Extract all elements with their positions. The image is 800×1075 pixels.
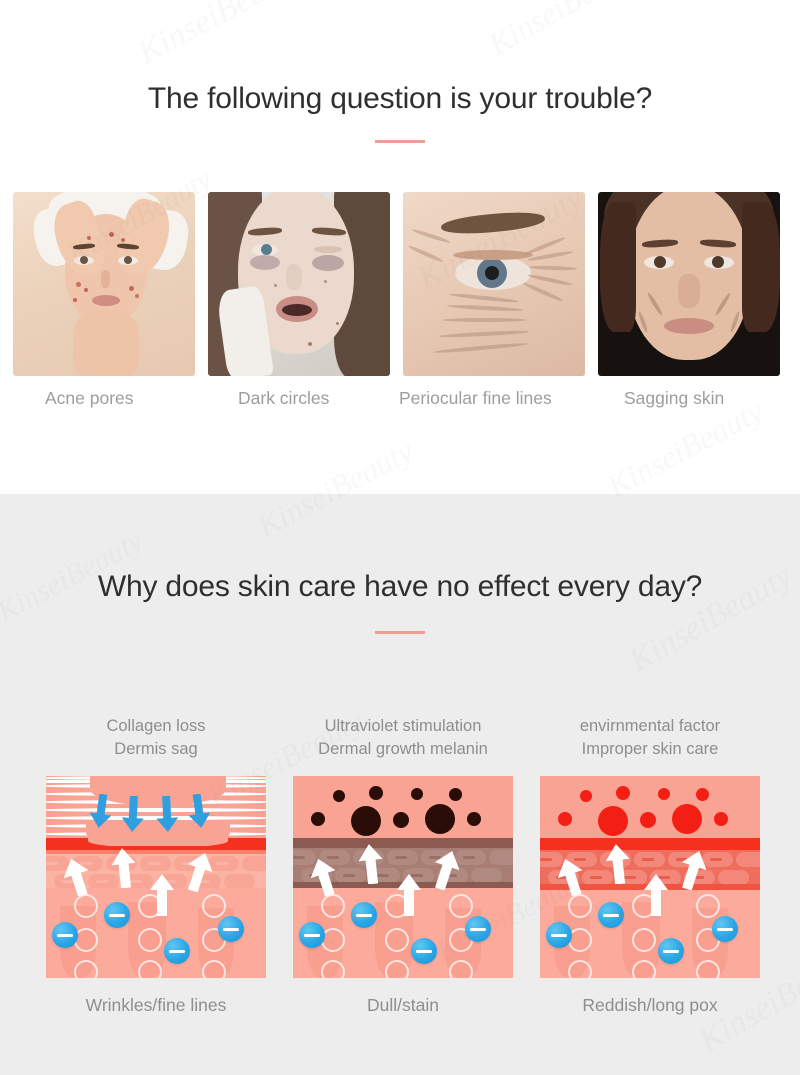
negative-ion-icon bbox=[351, 902, 377, 928]
negative-ion-icon bbox=[658, 938, 684, 964]
up-arrow-icon bbox=[112, 848, 136, 888]
down-arrow-icon bbox=[90, 794, 112, 828]
up-arrow-icon bbox=[606, 844, 630, 884]
diagram-collagen-loss bbox=[46, 776, 266, 978]
melanin-spot bbox=[425, 804, 455, 834]
redness-spot bbox=[640, 812, 656, 828]
redness-spot bbox=[696, 788, 709, 801]
cause-line-2: Improper skin care bbox=[581, 740, 719, 758]
problem-photo-strip bbox=[13, 192, 787, 376]
result-caption-wrinkles: Wrinkles/fine lines bbox=[85, 995, 227, 1015]
page-title: The following question is your trouble? bbox=[147, 82, 653, 115]
cause-label-environmental: envirnmental factor Improper skin care bbox=[540, 715, 760, 761]
cause-line-2: Dermal growth melanin bbox=[318, 740, 488, 758]
redness-spot bbox=[558, 812, 572, 826]
diagram-melanin-pigment bbox=[293, 776, 513, 978]
redness-spot bbox=[580, 790, 592, 802]
section-title-accent-divider bbox=[375, 631, 425, 634]
melanin-spot bbox=[311, 812, 325, 826]
down-arrow-icon bbox=[156, 796, 178, 832]
cause-label-ultraviolet: Ultraviolet stimulation Dermal growth me… bbox=[293, 715, 513, 761]
redness-spot bbox=[616, 786, 630, 800]
photo-caption-fine-lines: Periocular fine lines bbox=[399, 388, 552, 408]
redness-spot bbox=[598, 806, 628, 836]
melanin-spot bbox=[467, 812, 481, 826]
up-arrow-icon bbox=[359, 844, 383, 884]
negative-ion-icon bbox=[411, 938, 437, 964]
up-arrow-icon bbox=[311, 858, 336, 896]
negative-ion-icon bbox=[52, 922, 78, 948]
photo-caption-dark-circles: Dark circles bbox=[238, 388, 330, 408]
result-caption-reddish: Reddish/long pox bbox=[582, 995, 718, 1015]
redness-spot bbox=[672, 804, 702, 834]
photo-sagging-skin[interactable] bbox=[598, 192, 780, 376]
cause-label-collagen: Collagen loss Dermis sag bbox=[46, 715, 266, 761]
melanin-spot bbox=[369, 786, 383, 800]
melanin-spot bbox=[333, 790, 345, 802]
cause-line-2: Dermis sag bbox=[114, 740, 198, 758]
photo-acne-pores[interactable] bbox=[13, 192, 195, 376]
down-arrow-icon bbox=[122, 796, 144, 832]
cause-line-1: Ultraviolet stimulation bbox=[324, 717, 482, 735]
redness-spot bbox=[714, 812, 728, 826]
photo-periocular-fine-lines[interactable] bbox=[403, 192, 585, 376]
negative-ion-icon bbox=[299, 922, 325, 948]
up-arrow-icon bbox=[434, 850, 459, 890]
redness-spot bbox=[658, 788, 670, 800]
melanin-spot bbox=[351, 806, 381, 836]
negative-ion-icon bbox=[218, 916, 244, 942]
photo-caption-sagging: Sagging skin bbox=[624, 388, 725, 408]
result-caption-dull: Dull/stain bbox=[367, 995, 439, 1015]
photo-dark-circles[interactable] bbox=[208, 192, 390, 376]
trouble-section: The following question is your trouble? bbox=[0, 0, 800, 494]
melanin-spot bbox=[411, 788, 423, 800]
up-arrow-icon bbox=[187, 852, 212, 892]
negative-ion-icon bbox=[546, 922, 572, 948]
melanin-spot bbox=[393, 812, 409, 828]
section-title: Why does skin care have no effect every … bbox=[97, 570, 703, 603]
negative-ion-icon bbox=[712, 916, 738, 942]
cause-line-1: envirnmental factor bbox=[579, 717, 721, 735]
cause-line-1: Collagen loss bbox=[106, 717, 206, 735]
negative-ion-icon bbox=[104, 902, 130, 928]
negative-ion-icon bbox=[465, 916, 491, 942]
melanin-spot bbox=[449, 788, 462, 801]
diagram-redness-inflammation bbox=[540, 776, 760, 978]
negative-ion-icon bbox=[598, 902, 624, 928]
negative-ion-icon bbox=[164, 938, 190, 964]
up-arrow-icon bbox=[681, 850, 706, 890]
up-arrow-icon bbox=[64, 858, 89, 896]
title-accent-divider bbox=[375, 140, 425, 143]
up-arrow-icon bbox=[558, 858, 583, 896]
skin-layer-diagrams bbox=[46, 776, 760, 978]
down-arrow-icon bbox=[188, 794, 210, 828]
photo-caption-acne: Acne pores bbox=[45, 388, 134, 408]
